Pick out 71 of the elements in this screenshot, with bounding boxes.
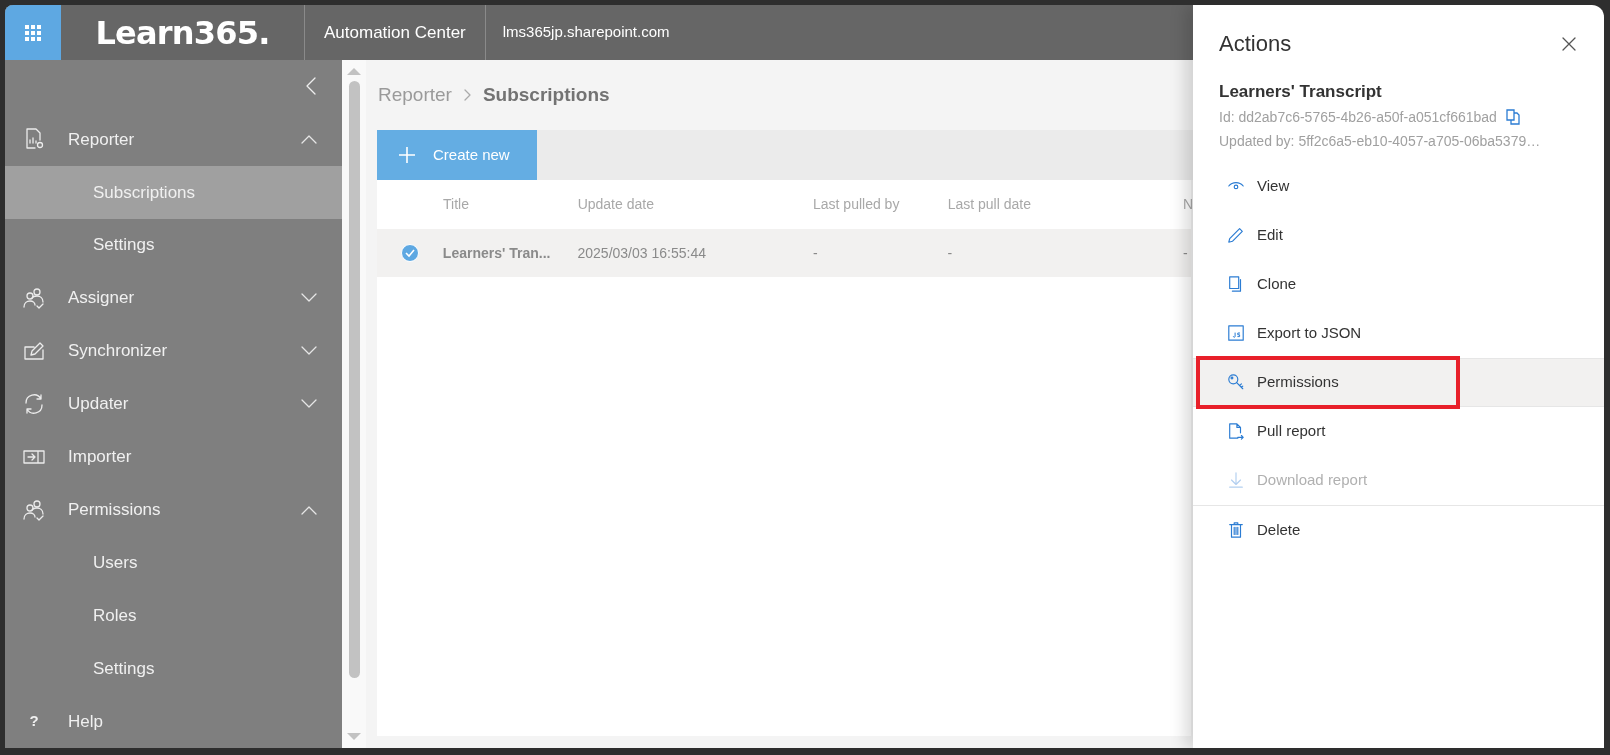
action-item[interactable]: Export to JSON — [1193, 308, 1604, 358]
updated-by: Updated by: 5ff2c6a5-eb10-4057-a705-06ba5379… — [1219, 131, 1542, 151]
panel-title: Actions — [1219, 30, 1292, 58]
chevron-down-icon[interactable] — [301, 346, 317, 357]
copy-icon[interactable] — [1504, 109, 1521, 125]
nav-item[interactable]: Importer — [5, 430, 342, 484]
grid-icon — [25, 24, 41, 41]
users-icon — [22, 286, 46, 311]
help-mark: ? — [29, 711, 39, 732]
table-cell: - — [812, 244, 818, 261]
chevron-down-icon[interactable] — [301, 399, 317, 409]
nav-item[interactable]: ? Help — [5, 695, 342, 748]
nav-item[interactable]: Permissions — [5, 483, 342, 537]
nav-label: Importer — [68, 446, 133, 469]
nav-subitem[interactable]: Users — [5, 536, 342, 590]
download-icon — [1227, 471, 1245, 489]
table-cell: 2025/03/03 16:55:44 — [577, 244, 706, 261]
column-header[interactable]: Last pulled by — [813, 196, 900, 212]
nav-subitem[interactable]: Settings — [5, 642, 342, 696]
plus-icon — [399, 147, 415, 163]
column-header[interactable]: N — [1183, 196, 1194, 212]
nav-label: Permissions — [68, 499, 162, 522]
chevron-down-icon[interactable] — [301, 293, 317, 304]
nav-label: Reporter — [68, 128, 136, 151]
nav-subitem[interactable]: Subscriptions — [5, 165, 342, 219]
close-icon[interactable] — [1562, 36, 1576, 51]
users-icon — [22, 497, 46, 522]
action-item[interactable]: Pull report — [1193, 406, 1604, 456]
page-title: Subscriptions — [482, 82, 610, 107]
action-item[interactable]: Clone — [1193, 259, 1604, 309]
action-item[interactable]: View — [1193, 161, 1604, 211]
breadcrumb-link[interactable]: Reporter — [378, 80, 452, 110]
scrollbar[interactable] — [342, 60, 366, 748]
nav-item[interactable]: Updater — [5, 377, 342, 431]
table-cell: Learners' Tran... — [442, 244, 551, 261]
chevron-right-icon — [463, 89, 471, 101]
app-name: Automation Center — [324, 21, 466, 44]
nav-label: Synchronizer — [68, 340, 169, 363]
create-new-button[interactable]: Create new — [377, 130, 537, 180]
nav-label: Assigner — [68, 287, 136, 310]
chevron-up-icon[interactable] — [301, 134, 317, 145]
table-cell: - — [1183, 244, 1188, 261]
site-url: lms365jp.sharepoint.com — [502, 22, 670, 43]
nav-label: Help — [68, 710, 104, 733]
chevron-up-icon[interactable] — [301, 504, 317, 515]
check-circle-icon[interactable] — [400, 244, 419, 262]
nav-subitem[interactable]: Settings — [5, 218, 342, 272]
item-id: Id: dd2ab7c6-5765-4b26-a50f-a051cf661bad — [1219, 107, 1497, 127]
action-item[interactable]: Delete — [1193, 505, 1604, 555]
column-header[interactable]: Update date — [577, 196, 654, 212]
nav-label: Updater — [68, 393, 130, 416]
item-title: Learners' Transcript — [1219, 81, 1383, 103]
nav-item[interactable]: Assigner — [5, 271, 342, 325]
trash-icon — [1227, 521, 1245, 539]
action-item[interactable]: Edit — [1193, 210, 1604, 260]
pencil-icon — [1227, 226, 1245, 244]
file-export-icon — [1227, 422, 1245, 440]
column-header[interactable]: Title — [443, 196, 469, 212]
collapse-icon[interactable] — [306, 77, 316, 96]
table-cell: - — [947, 244, 953, 261]
column-header[interactable]: Last pull date — [947, 196, 1031, 212]
action-item[interactable]: Permissions — [1193, 357, 1604, 407]
nav-item[interactable]: Reporter — [5, 112, 342, 166]
table-row[interactable]: Learners' Tran... 2025/03/03 16:55:44 - - - — [377, 229, 1191, 277]
nav-item[interactable]: Synchronizer — [5, 324, 342, 378]
refresh-icon — [22, 392, 46, 416]
js-file-icon — [1227, 324, 1245, 342]
app-launcher-button[interactable] — [5, 5, 61, 60]
logo: Learn365. — [95, 12, 270, 54]
key-icon — [1227, 373, 1245, 391]
nav-subitem[interactable]: Roles — [5, 589, 342, 643]
